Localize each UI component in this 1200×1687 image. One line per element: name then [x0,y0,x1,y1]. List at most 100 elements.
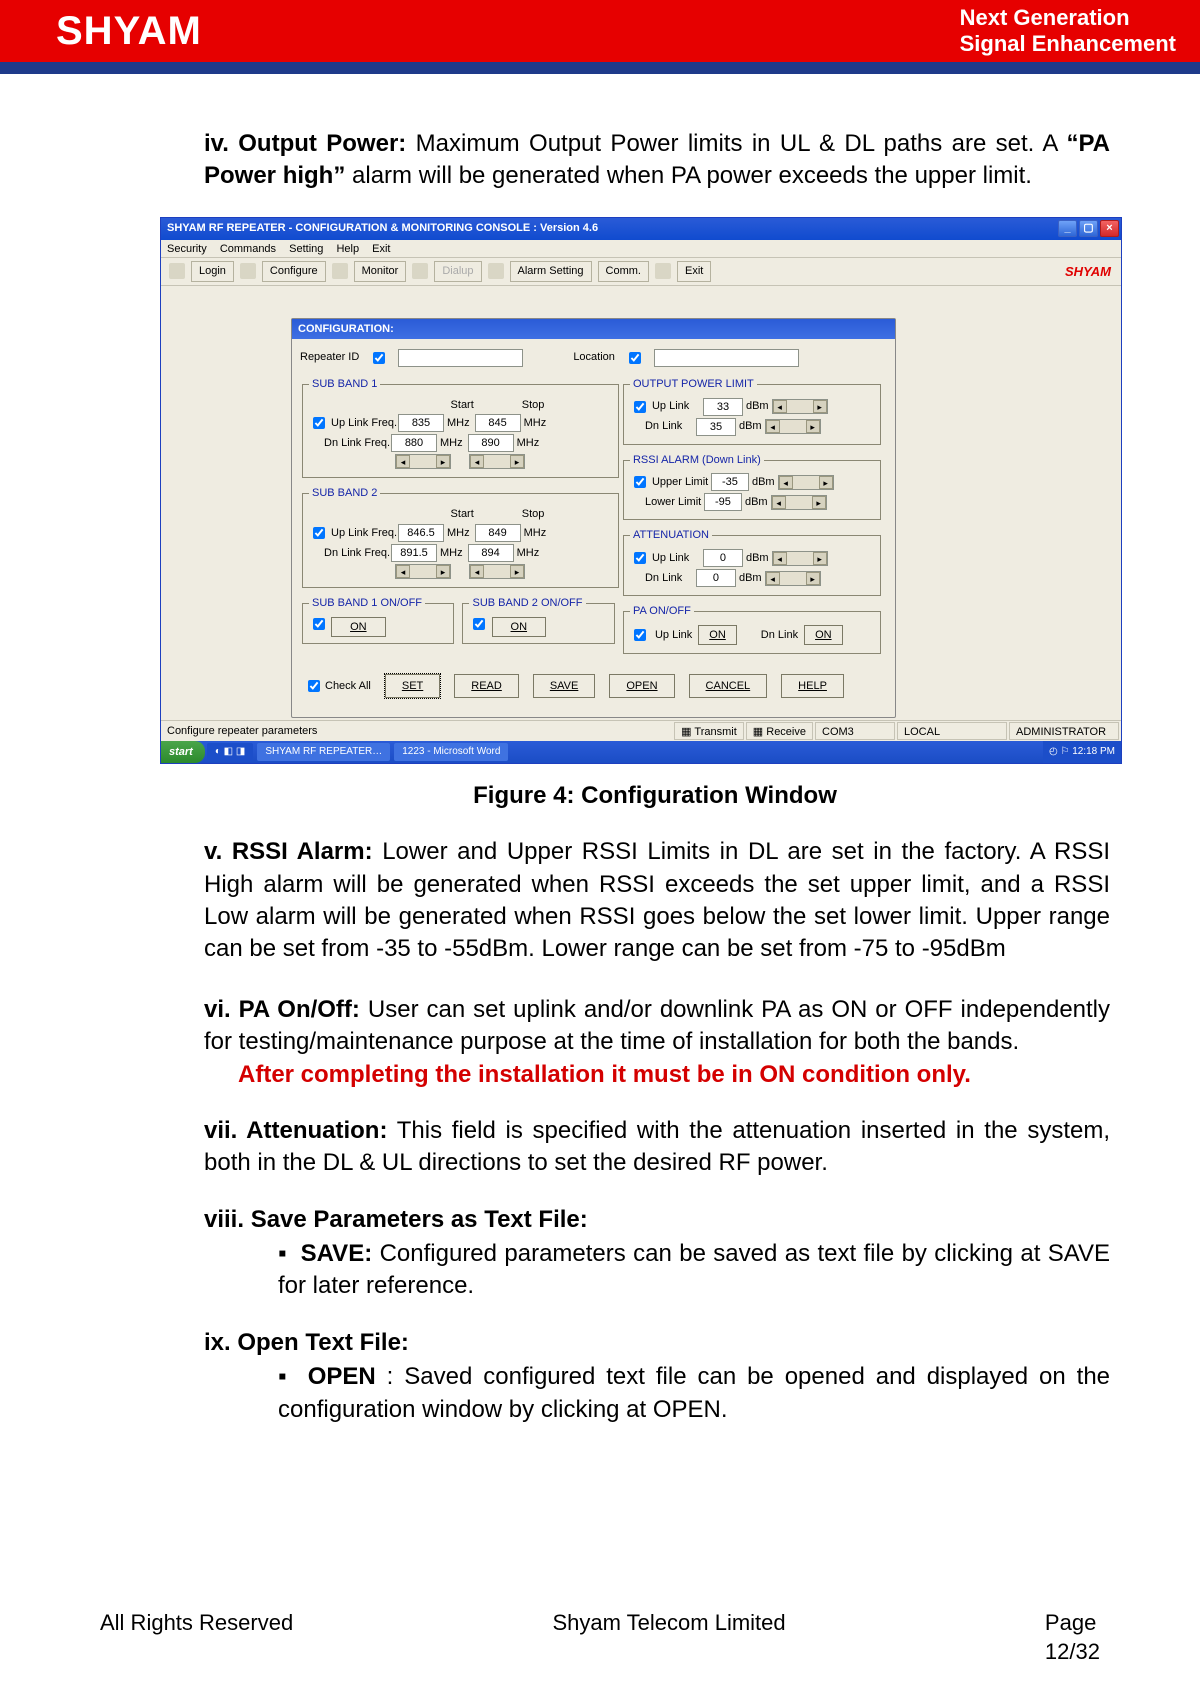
sb2-checkbox[interactable] [313,527,325,539]
window-controls: _ ▢ × [1058,220,1119,237]
opl-dn-slider[interactable]: ◂▸ [765,419,821,434]
footer-left: All Rights Reserved [100,1608,293,1667]
sb2-start-slider[interactable]: ◂▸ [395,564,451,579]
location-checkbox[interactable] [629,352,641,364]
section-v-marker: v. RSSI Alarm: [204,838,373,865]
set-button[interactable]: SET [385,674,440,698]
repeater-id-input[interactable] [398,349,523,367]
tagline-line1: Next Generation [960,5,1176,31]
opl-checkbox[interactable] [634,401,646,413]
atten-checkbox[interactable] [634,552,646,564]
atten-up-input[interactable] [703,549,743,567]
menu-setting[interactable]: Setting [289,243,323,255]
menubar: Security Commands Setting Help Exit [161,240,1121,258]
menu-security[interactable]: Security [167,243,207,255]
open-button[interactable]: OPEN [609,674,674,698]
taskbar: start ◐ ◧ ◨ SHYAM RF REPEATER… 1223 - Mi… [161,741,1121,763]
rssi-upper-dbm: dBm [752,475,775,490]
atten-dn-label: Dn Link [645,571,693,586]
save-button[interactable]: SAVE [533,674,596,698]
configure-button[interactable]: Configure [262,261,326,282]
sb2-stop-slider[interactable]: ◂▸ [469,564,525,579]
sb2-onoff-group: SUB BAND 2 ON/OFF ON [462,596,614,644]
pa-dn-button[interactable]: ON [804,625,843,645]
exit-toolbar-button[interactable]: Exit [677,261,711,282]
sb2-dn-stop[interactable] [468,544,514,562]
sub-band-1-legend: SUB BAND 1 [309,377,380,392]
monitor-icon [412,263,428,279]
rssi-lower-label: Lower Limit [645,495,701,510]
check-all-label: Check All [325,679,371,694]
footer: All Rights Reserved Shyam Telecom Limite… [0,1608,1200,1667]
sb1-checkbox[interactable] [313,417,325,429]
section-vi: vi. PA On/Off: User can set uplink and/o… [204,994,1110,1091]
dialup-button[interactable]: Dialup [434,261,481,282]
atten-up-slider[interactable]: ◂▸ [772,551,828,566]
check-all-checkbox[interactable] [308,680,320,692]
section-vi-marker: vi. PA On/Off: [204,996,360,1023]
menu-commands[interactable]: Commands [220,243,276,255]
start-button[interactable]: start [161,741,205,763]
gear-icon [332,263,348,279]
system-tray[interactable]: ◴ ⚐ 12:18 PM [1043,741,1121,763]
read-button[interactable]: READ [454,674,519,698]
alarm-setting-button[interactable]: Alarm Setting [510,261,592,282]
section-iv-text2: alarm will be generated when PA power ex… [352,162,1032,189]
sb1-start-slider[interactable]: ◂▸ [395,454,451,469]
opl-dn-input[interactable] [696,418,736,436]
sb2-up-start[interactable] [398,524,444,542]
login-button[interactable]: Login [191,261,234,282]
sb2-unit1: MHz [447,526,470,541]
comm-icon [655,263,671,279]
sb2-up-stop[interactable] [475,524,521,542]
sb1-onoff-checkbox[interactable] [313,618,325,630]
sb2-onoff-button[interactable]: ON [492,617,547,637]
opl-up-slider[interactable]: ◂▸ [772,399,828,414]
rssi-checkbox[interactable] [634,476,646,488]
section-viii-bullet-text: Configured parameters can be saved as te… [278,1240,1110,1299]
rssi-upper-input[interactable] [711,473,749,491]
sb1-up-stop[interactable] [475,414,521,432]
section-iv-marker: iv. Output Power: [204,130,406,157]
sb2-onoff-checkbox[interactable] [473,618,485,630]
sub-band-1-group: SUB BAND 1 Start Stop Up Link Freq. MHz [302,377,619,479]
configuration-console-screenshot: SHYAM RF REPEATER - CONFIGURATION & MONI… [160,217,1122,764]
repeater-id-checkbox[interactable] [373,352,385,364]
monitor-button[interactable]: Monitor [354,261,407,282]
pa-up-button[interactable]: ON [698,625,737,645]
sb2-dn-start[interactable] [391,544,437,562]
section-vii: vii. Attenuation: This field is specifie… [204,1115,1110,1180]
sb2-uplink-label: Up Link Freq. [331,526,395,541]
section-vi-red: After completing the installation it mus… [238,1059,971,1091]
atten-dn-slider[interactable]: ◂▸ [765,571,821,586]
sb1-up-start[interactable] [398,414,444,432]
atten-dn-dbm: dBm [739,571,762,586]
configuration-panel: CONFIGURATION: Repeater ID Location [291,318,896,718]
opl-up-input[interactable] [703,398,743,416]
atten-dn-input[interactable] [696,569,736,587]
sb1-dn-start[interactable] [391,434,437,452]
rssi-lower-slider[interactable]: ◂▸ [771,495,827,510]
minimize-button[interactable]: _ [1058,220,1077,237]
menu-help[interactable]: Help [336,243,359,255]
task-tab-2[interactable]: 1223 - Microsoft Word [394,743,508,761]
help-button[interactable]: HELP [781,674,844,698]
bullet-icon: ▪ [278,1240,287,1267]
menu-exit[interactable]: Exit [372,243,390,255]
sb1-onoff-button[interactable]: ON [331,617,386,637]
comm-button[interactable]: Comm. [598,261,649,282]
rssi-upper-slider[interactable]: ◂▸ [778,475,834,490]
maximize-button[interactable]: ▢ [1079,220,1098,237]
task-tab-1[interactable]: SHYAM RF REPEATER… [257,743,390,761]
pa-checkbox[interactable] [634,629,646,641]
sb1-dn-stop[interactable] [468,434,514,452]
close-button[interactable]: × [1100,220,1119,237]
location-input[interactable] [654,349,799,367]
output-power-legend: OUTPUT POWER LIMIT [630,377,757,392]
rssi-lower-input[interactable] [704,493,742,511]
quicklaunch-icons[interactable]: ◐ ◧ ◨ [207,743,254,761]
sb2-start-label: Start [451,507,474,522]
toolbar: Login Configure Monitor Dialup Alarm Set… [161,258,1121,286]
cancel-button[interactable]: CANCEL [689,674,768,698]
sb1-stop-slider[interactable]: ◂▸ [469,454,525,469]
